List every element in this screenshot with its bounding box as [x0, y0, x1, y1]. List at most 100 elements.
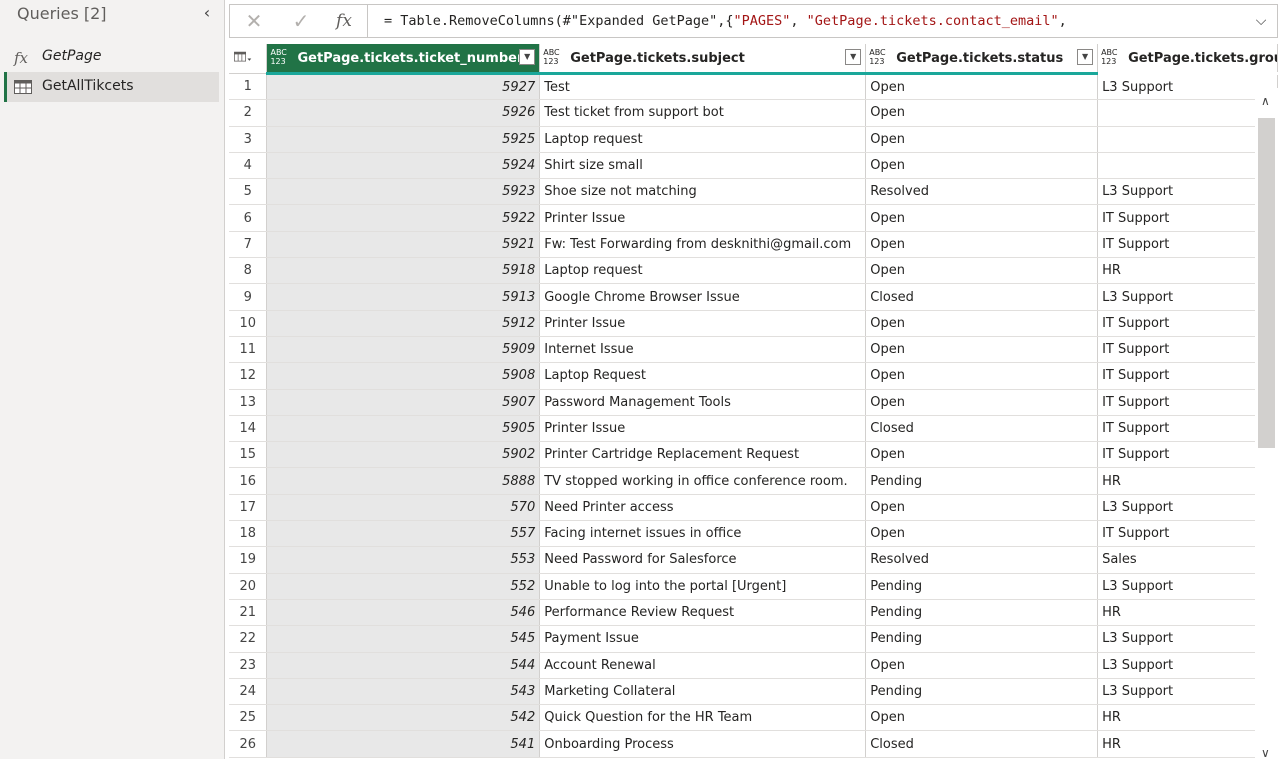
group-cell[interactable]: HR [1097, 599, 1278, 627]
vertical-scrollbar[interactable]: ∧ ∨ [1255, 88, 1278, 759]
row-number[interactable]: 22 [229, 625, 268, 653]
ticket-number-cell[interactable]: 5909 [266, 336, 541, 364]
row-number[interactable]: 9 [229, 283, 268, 311]
group-cell[interactable]: IT Support [1097, 389, 1278, 416]
subject-cell[interactable]: TV stopped working in office conference … [539, 467, 867, 495]
row-number[interactable]: 16 [229, 467, 268, 495]
ticket-number-cell[interactable]: 5912 [266, 310, 541, 337]
row-number[interactable]: 11 [229, 336, 268, 364]
status-cell[interactable]: Open [865, 99, 1099, 127]
ticket-number-cell[interactable]: 553 [266, 546, 541, 574]
column-header-subject[interactable]: ABC 123 GetPage.tickets.subject ▼ [539, 44, 867, 75]
subject-cell[interactable]: Shirt size small [539, 152, 867, 180]
row-number[interactable]: 15 [229, 441, 268, 469]
ticket-number-cell[interactable]: 5923 [266, 178, 541, 206]
fx-icon[interactable]: fx [333, 11, 355, 31]
ticket-number-cell[interactable]: 545 [266, 625, 541, 653]
group-cell[interactable]: L3 Support [1097, 494, 1278, 522]
subject-cell[interactable]: Printer Issue [539, 310, 867, 337]
subject-cell[interactable]: Shoe size not matching [539, 178, 867, 206]
group-cell[interactable] [1097, 99, 1278, 127]
row-number[interactable]: 4 [229, 152, 268, 180]
row-number[interactable]: 14 [229, 415, 268, 443]
column-header-ticket-number[interactable]: ABC 123 GetPage.tickets.ticket_number ▼ [266, 44, 541, 75]
group-cell[interactable]: IT Support [1097, 204, 1278, 232]
subject-cell[interactable]: Laptop request [539, 257, 867, 285]
group-cell[interactable]: HR [1097, 730, 1278, 758]
query-item-getalltickets[interactable]: GetAllTikcets [4, 72, 219, 102]
status-cell[interactable]: Pending [865, 467, 1099, 495]
group-cell[interactable]: L3 Support [1097, 652, 1278, 679]
row-number[interactable]: 24 [229, 678, 268, 706]
ticket-number-cell[interactable]: 5926 [266, 99, 541, 127]
ticket-number-cell[interactable]: 5927 [266, 73, 541, 101]
subject-cell[interactable]: Password Management Tools [539, 389, 867, 416]
group-cell[interactable]: IT Support [1097, 231, 1278, 259]
row-number[interactable]: 19 [229, 546, 268, 574]
group-cell[interactable]: HR [1097, 467, 1278, 495]
ticket-number-cell[interactable]: 544 [266, 652, 541, 679]
column-header-group[interactable]: ABC 123 GetPage.tickets.group [1097, 44, 1278, 74]
status-cell[interactable]: Open [865, 126, 1099, 153]
ticket-number-cell[interactable]: 541 [266, 730, 541, 758]
formula-input[interactable]: = Table.RemoveColumns(#"Expanded GetPage… [384, 13, 1067, 29]
group-cell[interactable]: L3 Support [1097, 73, 1278, 101]
group-cell[interactable]: HR [1097, 257, 1278, 285]
group-cell[interactable]: IT Support [1097, 336, 1278, 364]
ticket-number-cell[interactable]: 5908 [266, 362, 541, 390]
row-number[interactable]: 26 [229, 730, 268, 758]
status-cell[interactable]: Pending [865, 678, 1099, 706]
row-number[interactable]: 6 [229, 204, 268, 232]
row-number[interactable]: 8 [229, 257, 268, 285]
status-cell[interactable]: Closed [865, 283, 1099, 311]
ticket-number-cell[interactable]: 5925 [266, 126, 541, 153]
status-cell[interactable]: Open [865, 652, 1099, 679]
status-cell[interactable]: Resolved [865, 546, 1099, 574]
group-cell[interactable]: IT Support [1097, 362, 1278, 390]
row-number[interactable]: 2 [229, 99, 268, 127]
chevron-down-icon[interactable]: ⌵ [1252, 11, 1270, 31]
scroll-down-icon[interactable]: ∨ [1261, 747, 1273, 759]
status-cell[interactable]: Closed [865, 415, 1099, 443]
group-cell[interactable]: HR [1097, 704, 1278, 732]
subject-cell[interactable]: Laptop request [539, 126, 867, 153]
group-cell[interactable] [1097, 152, 1278, 180]
ticket-number-cell[interactable]: 542 [266, 704, 541, 732]
collapse-pane-button[interactable]: ‹ [198, 4, 216, 22]
group-cell[interactable]: IT Support [1097, 310, 1278, 337]
subject-cell[interactable]: Marketing Collateral [539, 678, 867, 706]
group-cell[interactable]: IT Support [1097, 520, 1278, 548]
filter-dropdown-icon[interactable]: ▼ [1077, 49, 1094, 65]
check-icon[interactable]: ✓ [290, 11, 312, 31]
row-number[interactable]: 20 [229, 573, 268, 600]
row-number[interactable]: 23 [229, 652, 268, 679]
subject-cell[interactable]: Printer Issue [539, 204, 867, 232]
subject-cell[interactable]: Need Printer access [539, 494, 867, 522]
ticket-number-cell[interactable]: 5918 [266, 257, 541, 285]
group-cell[interactable]: L3 Support [1097, 625, 1278, 653]
row-number[interactable]: 12 [229, 362, 268, 390]
status-cell[interactable]: Open [865, 704, 1099, 732]
status-cell[interactable]: Closed [865, 730, 1099, 758]
status-cell[interactable]: Pending [865, 599, 1099, 627]
subject-cell[interactable]: Test ticket from support bot [539, 99, 867, 127]
subject-cell[interactable]: Laptop Request [539, 362, 867, 390]
group-cell[interactable]: IT Support [1097, 441, 1278, 469]
status-cell[interactable]: Resolved [865, 178, 1099, 206]
subject-cell[interactable]: Printer Issue [539, 415, 867, 443]
ticket-number-cell[interactable]: 570 [266, 494, 541, 522]
status-cell[interactable]: Open [865, 389, 1099, 416]
subject-cell[interactable]: Google Chrome Browser Issue [539, 283, 867, 311]
group-cell[interactable]: L3 Support [1097, 573, 1278, 600]
group-cell[interactable]: L3 Support [1097, 283, 1278, 311]
ticket-number-cell[interactable]: 543 [266, 678, 541, 706]
ticket-number-cell[interactable]: 5921 [266, 231, 541, 259]
status-cell[interactable]: Open [865, 152, 1099, 180]
status-cell[interactable]: Open [865, 257, 1099, 285]
ticket-number-cell[interactable]: 552 [266, 573, 541, 600]
group-cell[interactable] [1097, 126, 1278, 153]
status-cell[interactable]: Pending [865, 573, 1099, 600]
ticket-number-cell[interactable]: 5913 [266, 283, 541, 311]
group-cell[interactable]: L3 Support [1097, 178, 1278, 206]
ticket-number-cell[interactable]: 5907 [266, 389, 541, 416]
